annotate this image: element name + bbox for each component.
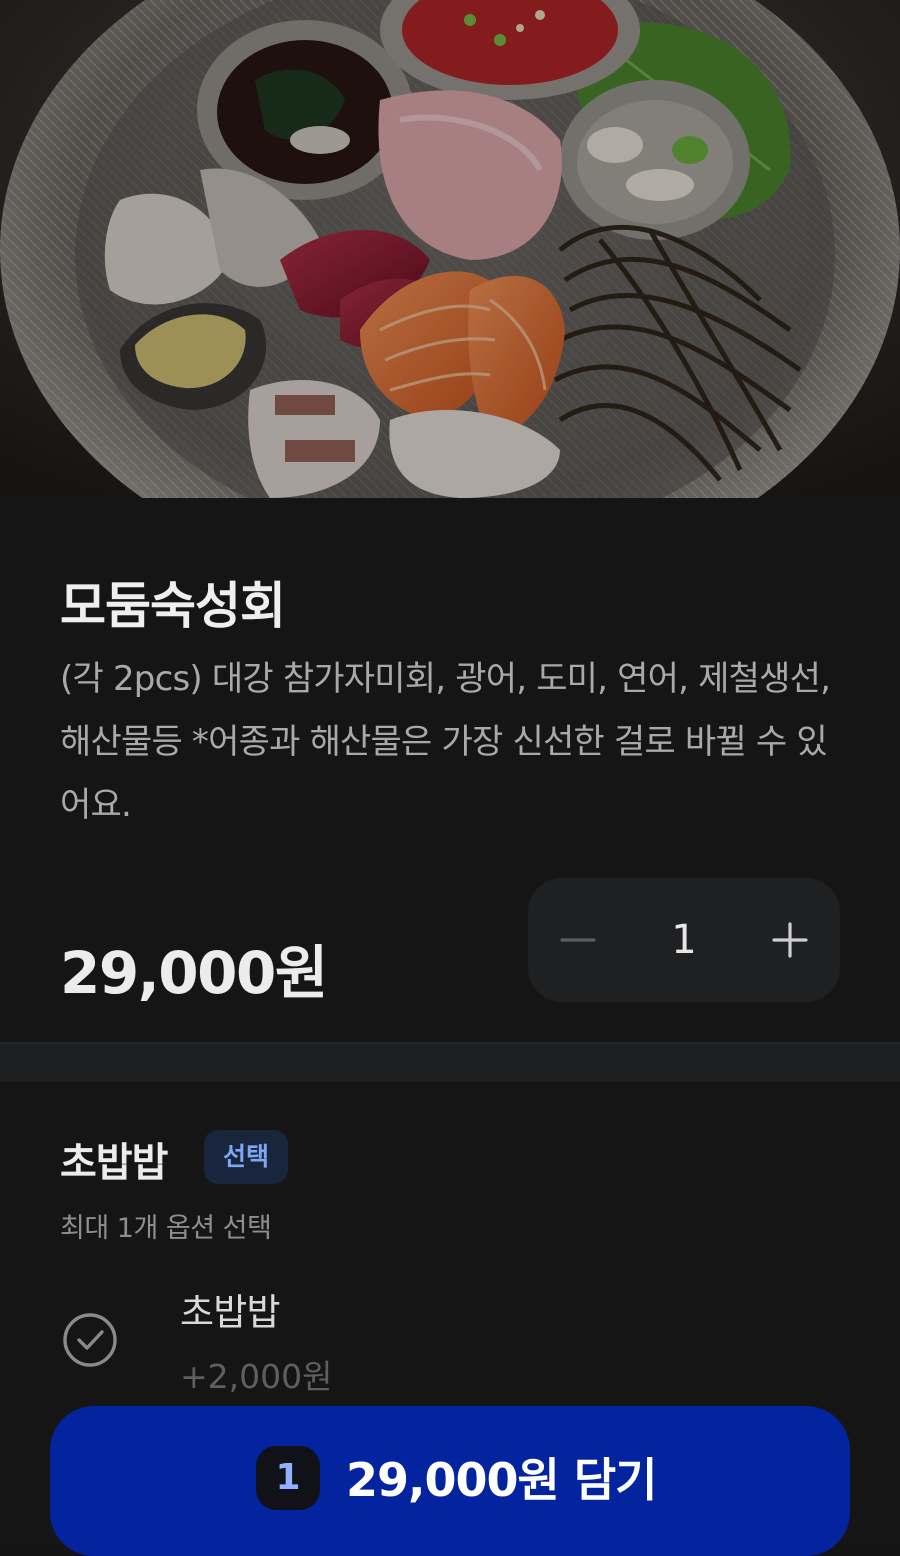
- option-item-price: +2,000원: [180, 1357, 333, 1396]
- product-price: 29,000원: [60, 939, 328, 1007]
- quantity-value: 1: [671, 917, 697, 963]
- product-description: (각 2pcs) 대강 참가자미회, 광어, 도미, 연어, 제철생선, 해산물…: [60, 659, 831, 825]
- cart-count-badge: 1: [256, 1446, 320, 1510]
- option-group-title: 초밥밥: [60, 1140, 168, 1186]
- product-info: 모둠숙성회 (각 2pcs) 대강 참가자미회, 광어, 도미, 연어, 제철생…: [0, 498, 900, 1042]
- option-item-name[interactable]: 초밥밥: [180, 1282, 281, 1336]
- section-divider: [0, 1042, 900, 1082]
- decrease-quantity-button[interactable]: [528, 878, 628, 1002]
- plus-icon: [772, 922, 808, 958]
- option-checkbox[interactable]: [60, 1310, 120, 1370]
- quantity-stepper: 1: [528, 878, 840, 1002]
- add-to-cart-label: 29,000원 담기: [346, 1453, 657, 1507]
- option-badge: 선택: [204, 1130, 288, 1184]
- add-to-cart-button[interactable]: 1 29,000원 담기: [50, 1406, 850, 1556]
- product-photo: [0, 0, 900, 498]
- option-group-subtitle: 최대 1개 옵션 선택: [60, 1213, 272, 1244]
- check-circle-icon: [63, 1313, 117, 1367]
- minus-icon: [560, 938, 596, 942]
- increase-quantity-button[interactable]: [740, 878, 840, 1002]
- product-title: 모둠숙성회: [60, 577, 286, 635]
